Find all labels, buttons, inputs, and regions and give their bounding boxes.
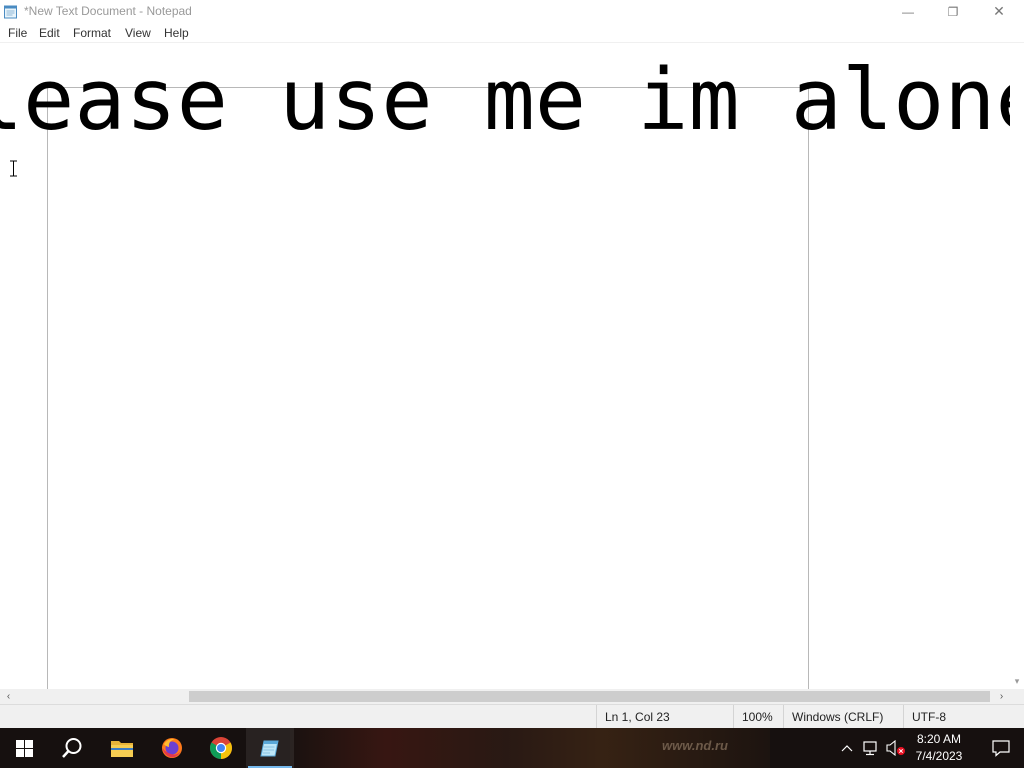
menu-help[interactable]: Help [164,26,189,40]
search-button[interactable] [48,728,96,768]
folder-icon [111,741,133,757]
chrome-icon [210,737,232,759]
close-icon: ✕ [993,3,1005,19]
maximize-button[interactable]: ❐ [930,0,976,23]
clock[interactable]: 8:20 AM 7/4/2023 [910,731,968,765]
minimize-icon: — [902,4,914,19]
firefox-button[interactable] [148,728,196,768]
menu-file[interactable]: File [8,26,27,40]
text-editor[interactable]: lease use me im alone [0,43,1010,689]
scroll-right-arrow-icon[interactable]: › [993,689,1010,704]
editor-text: lease use me im alone [0,51,1010,150]
notification-icon [992,740,1010,757]
minimize-button[interactable]: — [885,0,931,23]
clock-time: 8:20 AM [916,732,962,746]
volume-button[interactable] [884,728,908,768]
scroll-left-arrow-icon[interactable]: ‹ [0,689,17,704]
chevron-up-icon [841,745,853,752]
start-button[interactable] [0,728,48,768]
horizontal-scroll-thumb[interactable] [189,691,990,702]
horizontal-scrollbar[interactable]: ‹ › [0,689,1010,704]
close-button[interactable]: ✕ [976,0,1022,23]
encoding: UTF-8 [903,705,1024,729]
menu-edit[interactable]: Edit [39,26,60,40]
windows-logo-icon [15,739,33,757]
firefox-icon [162,738,182,758]
notepad-taskbar-button[interactable] [246,728,294,768]
network-button[interactable] [860,728,882,768]
text-cursor-icon [10,160,17,177]
search-icon [62,738,82,758]
file-explorer-button[interactable] [98,728,146,768]
network-disconnected-icon [863,741,877,756]
cursor-position: Ln 1, Col 23 [596,705,733,729]
clock-date: 7/4/2023 [915,749,963,763]
scroll-down-arrow-icon[interactable]: ▾ [1010,674,1024,688]
scrollbar-corner [1010,689,1024,704]
volume-muted-icon [886,740,905,756]
menu-format[interactable]: Format [73,26,111,40]
line-ending: Windows (CRLF) [783,705,903,729]
restore-icon: ❐ [947,4,959,19]
chrome-button[interactable] [197,728,245,768]
menu-view[interactable]: View [125,26,151,40]
wallpaper-text: www.nd.ru [662,738,728,753]
window-title: *New Text Document - Notepad [24,4,192,18]
status-bar: Ln 1, Col 23 100% Windows (CRLF) UTF-8 [0,704,1024,729]
title-bar[interactable]: *New Text Document - Notepad — ❐ ✕ [0,0,1024,23]
taskbar: www.nd.ru 8:20 AM 7/4/2023 [0,728,1024,768]
ghost-window-outline [47,87,809,689]
zoom-level: 100% [733,705,783,729]
show-hidden-icons-button[interactable] [838,728,856,768]
vertical-scrollbar[interactable] [1010,43,1024,689]
notepad-icon [4,5,17,19]
menu-bar: File Edit Format View Help [0,23,1024,43]
notepad-icon [260,740,279,757]
action-center-button[interactable] [978,728,1024,768]
